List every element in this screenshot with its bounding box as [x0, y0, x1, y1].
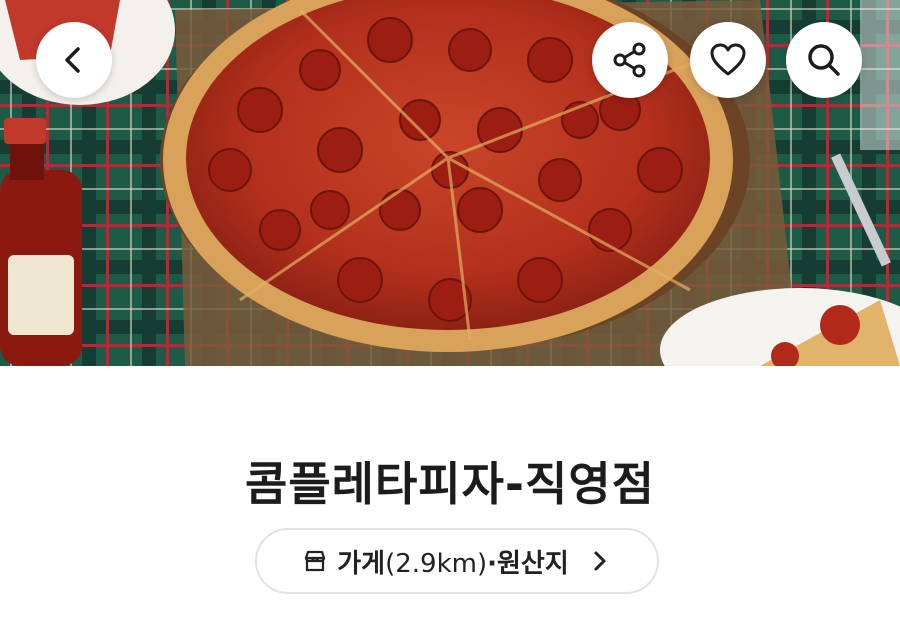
store-link-label: 가게 — [337, 548, 386, 579]
share-button[interactable] — [592, 22, 668, 98]
chevron-right-icon — [589, 550, 611, 572]
search-button[interactable] — [786, 22, 862, 98]
store-icon — [303, 549, 327, 573]
chevron-left-icon — [65, 47, 80, 73]
back-button[interactable] — [36, 22, 112, 98]
favorite-button[interactable] — [690, 22, 766, 98]
origin-link-label: ·원산지 — [487, 548, 569, 579]
search-icon — [808, 44, 840, 76]
store-distance: (2.9km) — [385, 548, 488, 579]
share-icon — [613, 42, 646, 78]
store-info-link[interactable]: 가게(2.9km)·원산지 — [255, 528, 659, 594]
store-info-section: 콤플레타피자-직영점 가게(2.9km)·원산지 — [0, 366, 900, 633]
store-name: 콤플레타피자-직영점 — [245, 457, 655, 511]
heart-icon — [710, 43, 746, 76]
